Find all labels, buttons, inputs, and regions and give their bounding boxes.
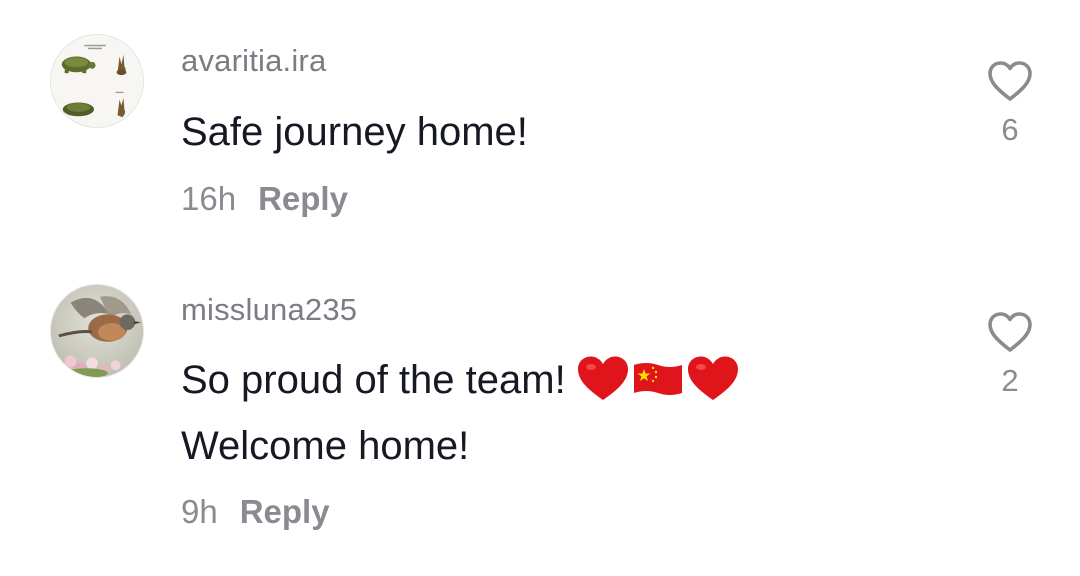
comment-meta: 16h Reply	[181, 180, 348, 218]
red-heart-emoji-icon	[577, 356, 628, 401]
reply-button[interactable]: Reply	[258, 180, 348, 217]
turtle-rabbit-avatar-image	[51, 35, 143, 127]
like-count: 2	[1001, 363, 1019, 398]
red-heart-emoji-icon	[687, 356, 738, 401]
heart-outline-icon[interactable]	[987, 311, 1033, 353]
like-count: 6	[1001, 112, 1019, 147]
comment-item: missluna235 So proud of the team! Welcom…	[0, 278, 1080, 576]
comment-text: Safe journey home!	[181, 110, 528, 154]
like-control: 2	[980, 311, 1040, 399]
emoji-group	[576, 355, 740, 403]
timestamp: 9h	[181, 493, 218, 530]
avatar[interactable]	[50, 34, 144, 128]
timestamp: 16h	[181, 180, 237, 217]
username[interactable]: avaritia.ira	[181, 43, 326, 79]
like-control: 6	[980, 60, 1040, 148]
comment-item: avaritia.ira Safe journey home! 16h Reply…	[0, 0, 1080, 260]
username[interactable]: missluna235	[181, 292, 357, 328]
heart-outline-icon[interactable]	[987, 60, 1033, 102]
reply-button[interactable]: Reply	[240, 493, 330, 530]
comment-text-line: So proud of the team!	[181, 355, 740, 406]
comment-text: Welcome home!	[181, 424, 470, 468]
comment-text: So proud of the team!	[181, 358, 566, 402]
china-flag-emoji-icon	[633, 363, 682, 396]
avatar[interactable]	[50, 284, 144, 378]
comment-meta: 9h Reply	[181, 493, 330, 531]
bird-avatar-image	[51, 285, 143, 377]
